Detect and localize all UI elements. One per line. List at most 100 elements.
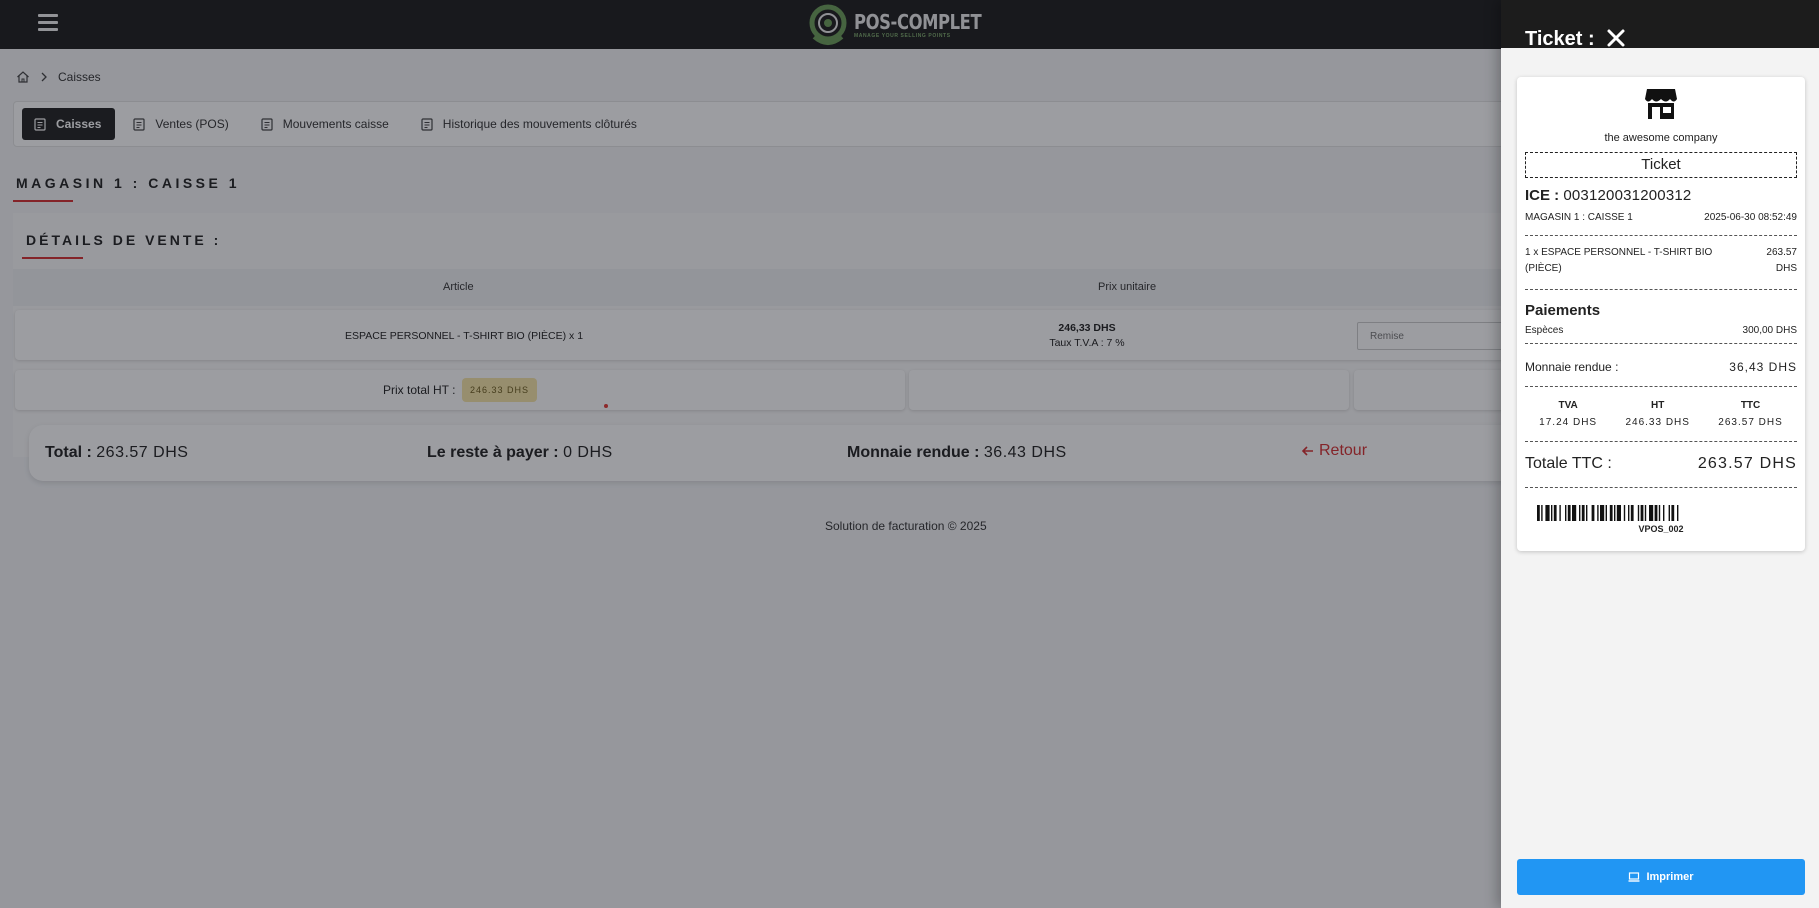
barcode-bar: [1551, 505, 1553, 521]
logo-title: POS-COMPLET: [854, 9, 982, 34]
header-article: Article: [443, 281, 474, 293]
total-ht-box: Prix total HT : 246.33 DHS: [15, 370, 905, 410]
barcode-bar: [1649, 505, 1654, 521]
barcode-label: VPOS_002: [1638, 524, 1684, 534]
barcode-bar: [1616, 505, 1621, 521]
unit-price: 246,33 DHS: [1058, 322, 1116, 334]
barcode-bar: [1658, 505, 1661, 521]
ticket-heading: Ticket: [1525, 152, 1797, 178]
barcode-bar: [1541, 505, 1543, 521]
tax-col-ttc: TTC 263.57 DHS: [1718, 400, 1782, 428]
cursor-dot: [604, 404, 608, 408]
barcode-bar: [1609, 505, 1613, 521]
retour-button[interactable]: Retour: [1301, 442, 1367, 460]
barcode-bar: [1553, 505, 1557, 521]
divider: [1525, 441, 1797, 442]
table-row: ESPACE PERSONNEL - T-SHIRT BIO (PIÈCE) x…: [15, 310, 1517, 360]
tab-mouvements-caisse[interactable]: Mouvements caisse: [249, 108, 403, 140]
total-ht-badge: 246.33 DHS: [462, 378, 538, 402]
document-icon: [261, 117, 273, 131]
item-price-currency: DHS: [1775, 263, 1797, 274]
total-label: Total :: [45, 444, 92, 461]
total-ttc-value: 263.57 DHS: [1697, 455, 1797, 472]
divider: [1525, 343, 1797, 344]
ticket-monnaie-label: Monnaie rendue :: [1525, 360, 1619, 374]
barcode-bar: [1605, 505, 1607, 521]
totals-middle-box: [909, 370, 1349, 410]
tva-rate: Taux T.V.A : 7 %: [1049, 337, 1125, 349]
total-ttc-label: Totale TTC :: [1525, 455, 1612, 472]
total-ttc-row: Totale TTC : 263.57 DHS: [1525, 455, 1797, 473]
tax-header: TVA: [1558, 400, 1578, 411]
article-cell: ESPACE PERSONNEL - T-SHIRT BIO (PIÈCE) x…: [345, 330, 584, 342]
company-name: the awesome company: [1604, 132, 1718, 144]
arrow-left-icon: [1301, 446, 1313, 456]
print-button[interactable]: Imprimer: [1517, 859, 1805, 895]
breadcrumb-current[interactable]: Caisses: [58, 70, 101, 84]
reste-label: Le reste à payer :: [427, 444, 559, 461]
logo-icon: [809, 4, 847, 45]
tab-ventes-pos[interactable]: Ventes (POS): [121, 108, 242, 140]
summary-reste: Le reste à payer : 0 DHS: [427, 444, 613, 462]
summary-total: Total : 263.57 DHS: [45, 444, 188, 462]
ticket-receipt: the awesome company Ticket ICE : 0031200…: [1517, 77, 1805, 551]
payment-amount: 300,00 DHS: [1742, 325, 1797, 336]
title-underline: [13, 200, 73, 202]
price-cell: 246,33 DHS Taux T.V.A : 7 %: [1027, 321, 1147, 351]
ticket-monnaie-value: 36,43 DHS: [1729, 360, 1797, 374]
document-icon: [133, 117, 145, 131]
item-price-value: 263.57: [1766, 247, 1797, 258]
total-value: 263.57 DHS: [96, 444, 189, 461]
ticket-item-row: 1 x ESPACE PERSONNEL - T-SHIRT BIO (PIÈC…: [1525, 245, 1797, 277]
store-icon: [1645, 89, 1677, 119]
tax-header: HT: [1651, 400, 1665, 411]
close-icon[interactable]: [1606, 28, 1626, 48]
barcode-bar: [1572, 505, 1577, 521]
breadcrumb: Caisses: [16, 70, 101, 84]
monnaie-row: Monnaie rendue : 36,43 DHS: [1525, 360, 1797, 374]
barcode-bar: [1637, 505, 1640, 521]
barcode-bar: [1600, 505, 1605, 521]
barcode-bar: [1581, 505, 1585, 521]
details-underline: [22, 257, 83, 259]
store-name: MAGASIN 1 : CAISSE 1: [1525, 212, 1633, 223]
divider: [1525, 386, 1797, 387]
tab-label: Ventes (POS): [155, 117, 229, 131]
monnaie-value: 36.43 DHS: [983, 444, 1067, 461]
summary-monnaie: Monnaie rendue : 36.43 DHS: [847, 444, 1067, 462]
barcode-bar: [1591, 505, 1595, 521]
chevron-right-icon: [41, 72, 47, 82]
barcode-bar: [1559, 505, 1561, 521]
tab-label: Historique des mouvements clôturés: [442, 117, 637, 131]
barcode-bar: [1628, 505, 1630, 521]
app-logo: POS-COMPLET MANAGE YOUR SELLING POINTS: [806, 2, 1009, 48]
paiements-title: Paiements: [1525, 302, 1601, 319]
header-prix-unitaire: Prix unitaire: [1098, 281, 1157, 293]
document-icon: [34, 117, 46, 131]
tax-value: 17.24 DHS: [1539, 417, 1598, 428]
tax-value: 246.33 DHS: [1625, 417, 1690, 428]
monnaie-label: Monnaie rendue :: [847, 444, 980, 461]
divider: [1525, 487, 1797, 488]
hamburger-icon[interactable]: [38, 14, 58, 32]
logo-subtitle: MANAGE YOUR SELLING POINTS: [854, 32, 951, 39]
tab-caisses[interactable]: Caisses: [22, 108, 116, 140]
print-label: Imprimer: [1646, 871, 1694, 883]
footer-text: Solution de facturation © 2025: [825, 519, 987, 533]
home-icon[interactable]: [16, 70, 30, 84]
tab-label: Mouvements caisse: [282, 117, 389, 131]
print-icon: [1628, 872, 1640, 882]
remise-input[interactable]: [1357, 322, 1517, 350]
barcode-bar: [1579, 505, 1581, 521]
total-ht-label: Prix total HT :: [383, 383, 456, 397]
retour-label: Retour: [1319, 442, 1368, 459]
barcode-bar: [1597, 505, 1599, 521]
store-datetime-row: MAGASIN 1 : CAISSE 1 2025-06-30 08:52:49: [1525, 212, 1797, 223]
tab-historique[interactable]: Historique des mouvements clôturés: [409, 108, 651, 140]
reste-value: 0 DHS: [563, 444, 613, 461]
ice-value: 003120031200312: [1563, 187, 1692, 204]
drawer-header: Ticket :: [1501, 0, 1819, 50]
barcode-bar: [1677, 505, 1679, 521]
barcode-bar: [1654, 505, 1658, 521]
page-title: MAGASIN 1 : CAISSE 1: [16, 175, 241, 191]
